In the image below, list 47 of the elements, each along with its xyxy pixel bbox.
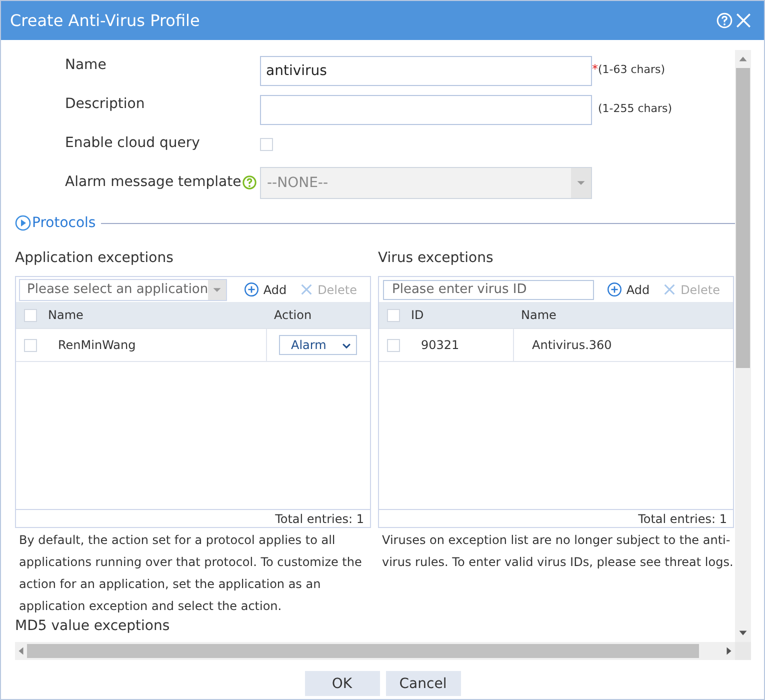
scroll-thumb[interactable]	[27, 644, 699, 658]
help-text: Viruses on exception list are no longer subject to the anti-virus rules. To enter valid virus IDs, please see threat logs.	[382, 532, 734, 571]
close-icon	[298, 282, 314, 297]
column-header: Name	[520, 308, 556, 322]
window-title: Create Anti-Virus Profile	[10, 11, 200, 30]
checkbox[interactable]	[24, 308, 36, 322]
field-label: Enable cloud query	[65, 135, 200, 151]
column-header: Action	[273, 308, 312, 322]
checkbox[interactable]	[24, 338, 36, 352]
column-header: ID	[410, 308, 425, 322]
text-field[interactable]: Please enter virus ID	[383, 280, 594, 300]
add-button[interactable]: Add	[241, 282, 290, 297]
section-heading: MD5 value exceptions	[15, 618, 171, 634]
expand-icon	[15, 215, 31, 231]
scroll-thumb[interactable]	[736, 68, 750, 368]
table-cell: RenMinWang	[58, 338, 136, 352]
checkbox[interactable]	[260, 138, 273, 151]
close-icon	[662, 282, 677, 297]
add-button[interactable]: Add	[604, 282, 653, 297]
select-field[interactable]: Please select an application	[19, 278, 228, 300]
dialog-button[interactable]: Cancel	[386, 671, 460, 696]
text-field[interactable]: antivirus	[260, 56, 592, 86]
section-heading: Application exceptions	[15, 250, 174, 266]
field-label: Description	[65, 96, 145, 112]
plus-icon	[244, 282, 260, 297]
column-header: Name	[47, 308, 84, 322]
checkbox[interactable]	[386, 338, 400, 352]
entry-count: Total entries: 1	[638, 512, 727, 526]
field-label: Alarm message template	[65, 174, 242, 190]
table-cell: Antivirus.360	[532, 338, 612, 352]
text-field[interactable]	[260, 95, 592, 125]
required-mark: *	[592, 62, 598, 76]
plus-icon	[607, 282, 622, 297]
vertical-scrollbar[interactable]	[735, 50, 751, 642]
section-toggle[interactable]: Protocols	[15, 215, 96, 231]
close-icon[interactable]	[735, 12, 752, 29]
table-cell: 90321	[421, 338, 460, 352]
help-text: By default, the action set for a protocol applies to all applications running over that protocol. To customize the action for an application, set the application as an application exception and select the action.	[19, 532, 363, 615]
horizontal-scrollbar[interactable]	[15, 642, 735, 660]
hint-text: (1-63 chars)	[598, 62, 666, 76]
entry-count: Total entries: 1	[275, 512, 364, 526]
field-label: Name	[65, 57, 106, 73]
dropdown[interactable]: Alarm	[279, 335, 357, 355]
section-heading: Virus exceptions	[378, 250, 494, 266]
hint-text: (1-255 chars)	[598, 102, 672, 114]
checkbox[interactable]	[386, 308, 400, 322]
dialog-button[interactable]: OK	[304, 671, 380, 696]
